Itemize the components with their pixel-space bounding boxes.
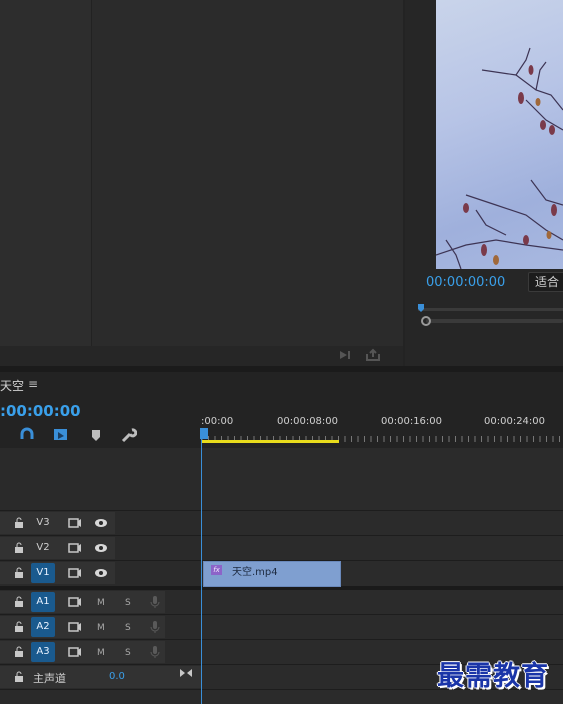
solo-button[interactable]: S	[125, 648, 131, 658]
zoom-fit-dropdown[interactable]: 适合	[528, 272, 563, 292]
panel-menu-icon[interactable]: ≡	[28, 377, 38, 391]
fx-badge-icon: fx	[211, 565, 222, 575]
audio-export-icon[interactable]	[338, 348, 354, 362]
track-name-a3[interactable]: A3	[31, 642, 55, 662]
mute-button[interactable]: M	[97, 598, 105, 608]
track-header-master	[0, 666, 201, 688]
microphone-icon[interactable]	[150, 645, 160, 659]
ruler-label: :00:00	[201, 416, 234, 427]
sync-lock-icon[interactable]	[68, 567, 82, 579]
solo-button[interactable]: S	[125, 623, 131, 633]
track-name-a2[interactable]: A2	[31, 617, 55, 637]
work-area-bar[interactable]	[202, 440, 339, 443]
eye-icon[interactable]	[94, 518, 108, 528]
branches-image	[436, 47, 563, 269]
lock-icon[interactable]	[14, 567, 24, 579]
mute-button[interactable]: M	[97, 623, 105, 633]
sequence-timecode[interactable]: :00:00:00	[0, 402, 81, 420]
playhead-handle[interactable]	[200, 428, 208, 439]
track-name-a1[interactable]: A1	[31, 592, 55, 612]
wrench-icon[interactable]	[121, 427, 137, 443]
eye-icon[interactable]	[94, 568, 108, 578]
sequence-tab-title[interactable]: 天空	[0, 377, 24, 394]
track-header-a1	[0, 591, 165, 613]
master-track-label: 主声道	[33, 672, 66, 685]
project-list-area	[92, 0, 403, 346]
master-volume-value[interactable]: 0.0	[109, 671, 125, 682]
linked-selection-icon[interactable]	[53, 427, 69, 443]
program-scrubber[interactable]	[418, 298, 563, 330]
eye-icon[interactable]	[94, 543, 108, 553]
track-divider	[0, 639, 563, 640]
program-video-preview	[436, 0, 563, 269]
lock-icon[interactable]	[14, 671, 24, 683]
clip-name: 天空.mp4	[232, 567, 278, 578]
ruler-label: 00:00:08:00	[277, 416, 339, 427]
track-name-v3[interactable]: V3	[31, 513, 55, 533]
lock-icon[interactable]	[14, 596, 24, 608]
sync-lock-icon[interactable]	[68, 517, 82, 529]
track-header-a2	[0, 616, 165, 638]
ruler-label: 00:00:24:00	[484, 416, 546, 427]
watermark-logo: 最需教育	[437, 661, 549, 692]
track-header-a3	[0, 641, 165, 663]
playhead-line[interactable]	[201, 428, 202, 704]
lock-icon[interactable]	[14, 621, 24, 633]
sync-lock-icon[interactable]	[68, 542, 82, 554]
sync-lock-icon[interactable]	[68, 596, 82, 608]
microphone-icon[interactable]	[150, 595, 160, 609]
project-thumbnail-area	[0, 0, 92, 346]
go-to-in-out-icon[interactable]	[179, 667, 193, 679]
microphone-icon[interactable]	[150, 620, 160, 634]
mute-button[interactable]: M	[97, 648, 105, 658]
lock-icon[interactable]	[14, 542, 24, 554]
track-divider	[0, 510, 563, 511]
solo-button[interactable]: S	[125, 598, 131, 608]
sync-lock-icon[interactable]	[68, 646, 82, 658]
export-frame-icon[interactable]	[365, 348, 381, 362]
track-divider	[0, 614, 563, 615]
lock-icon[interactable]	[14, 646, 24, 658]
sync-lock-icon[interactable]	[68, 621, 82, 633]
track-name-v2[interactable]: V2	[31, 538, 55, 558]
snap-icon[interactable]	[19, 427, 35, 443]
program-timecode[interactable]: 00:00:00:00	[426, 275, 505, 290]
ruler-label: 00:00:16:00	[381, 416, 443, 427]
add-marker-icon[interactable]	[89, 428, 105, 444]
lock-icon[interactable]	[14, 517, 24, 529]
track-divider	[0, 535, 563, 536]
track-name-v1[interactable]: V1	[31, 563, 55, 583]
